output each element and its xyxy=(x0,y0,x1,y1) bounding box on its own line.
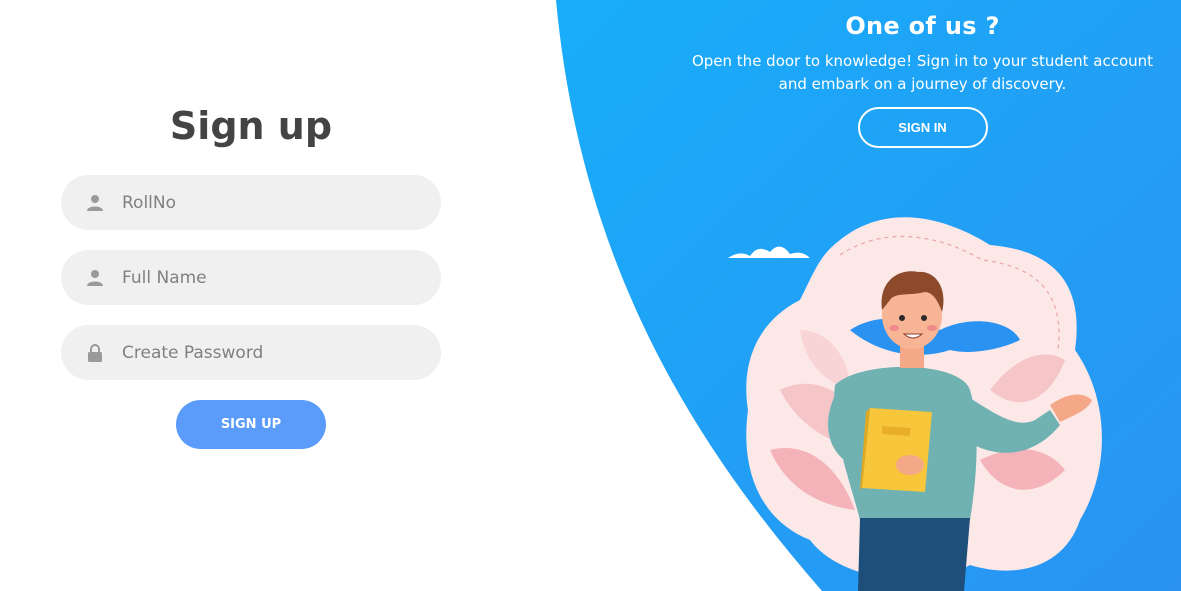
student-illustration xyxy=(728,217,1102,591)
form-title: Sign up xyxy=(169,104,333,148)
panel-title: One of us ? xyxy=(845,12,1000,40)
password-input[interactable] xyxy=(122,342,412,363)
rollno-field[interactable] xyxy=(61,175,441,230)
signin-panel: One of us ? Open the door to knowledge! … xyxy=(680,0,1165,148)
fullname-input[interactable] xyxy=(122,267,412,288)
sign-up-button[interactable]: SIGN UP xyxy=(176,400,326,449)
lock-icon xyxy=(85,343,105,363)
panel-description: Open the door to knowledge! Sign in to y… xyxy=(691,52,1154,93)
fullname-field[interactable] xyxy=(61,250,441,305)
rollno-input[interactable] xyxy=(122,192,412,213)
user-icon xyxy=(85,268,105,288)
password-field[interactable] xyxy=(61,325,441,380)
user-icon xyxy=(85,193,105,213)
sign-in-button[interactable]: SIGN IN xyxy=(857,107,988,148)
